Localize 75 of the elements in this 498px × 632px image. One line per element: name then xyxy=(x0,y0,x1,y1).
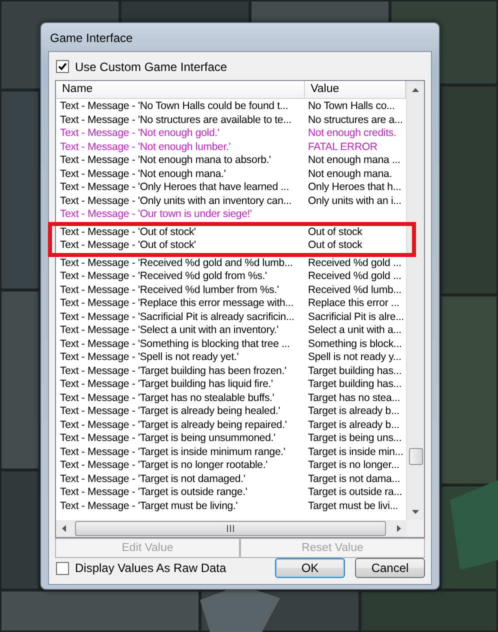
table-cell-text: Text - Message - 'Something is blocking that tree ... xyxy=(59,338,291,351)
table-cell-text: Target is inside min... xyxy=(307,446,404,459)
ok-button[interactable]: OK xyxy=(275,558,345,578)
table-cell-text: Out of stock xyxy=(307,226,364,239)
table-cell-text: Text - Message - 'Only units with an inventory can... xyxy=(59,194,293,208)
table-cell-text: Received %d lumb... xyxy=(307,284,402,297)
table-cell-text: Text - Message - 'Target is being unsummoned.' xyxy=(59,432,276,446)
table-cell-text: Text - Message - 'Only Heroes that have learned ... xyxy=(59,181,290,194)
table-cell-text: Text - Message - 'Not enough lumber.' xyxy=(59,140,232,154)
table-cell-text: Received %d gold ... xyxy=(307,256,402,270)
table-cell-text: No structures are a... xyxy=(307,114,404,127)
table-cell-text: Text - Message - 'Received %d gold from %s.' xyxy=(59,270,268,284)
table-cell-text: Something is block... xyxy=(307,338,403,351)
table-cell-text: Select a unit with a... xyxy=(307,324,402,338)
column-header[interactable]: Name xyxy=(56,81,305,98)
table-cell-text: Target has no stea... xyxy=(307,392,401,405)
table-cell-text: Target is no longer... xyxy=(307,459,400,472)
table-cell-text: Text - Message - 'Target is no longer rootable.' xyxy=(59,459,268,472)
scroll-thumb[interactable] xyxy=(408,448,422,465)
scroll-left-icon[interactable] xyxy=(62,525,66,532)
table-cell-text: Text - Message - 'No Town Halls could be found t... xyxy=(59,100,290,114)
table-cell-text: Replace this error ... xyxy=(307,297,400,310)
table-cell-text: Target is already b... xyxy=(307,405,400,418)
table-cell-text: Target building has... xyxy=(307,364,403,378)
scroll-thumb[interactable] xyxy=(74,521,386,536)
window-title: Game Interface xyxy=(49,30,134,47)
table-cell-text: Only Heroes that h... xyxy=(307,181,402,194)
table-cell-text: Not enough mana ... xyxy=(307,154,402,168)
table-cell-text: Text - Message - 'Target building has liquid fire.' xyxy=(59,378,274,392)
scroll-right-icon[interactable] xyxy=(396,525,401,532)
vertical-scrollbar[interactable] xyxy=(406,81,424,520)
table-cell-text: Text - Message - 'Our town is under siege!' xyxy=(59,208,253,222)
cancel-button[interactable]: Cancel xyxy=(355,558,425,578)
table-cell-text: Text - Message - 'Target is already being healed.' xyxy=(59,405,282,418)
table-cell-text: Text - Message - 'Not enough gold.' xyxy=(59,127,220,140)
scroll-down-icon[interactable] xyxy=(412,510,419,514)
table-cell-text: Sacrificial Pit is alre... xyxy=(307,310,405,324)
table-cell-text: Target must be livi... xyxy=(307,500,400,513)
grip-icon xyxy=(227,525,234,532)
table-cell-text: Text - Message - 'Out of stock' xyxy=(59,239,197,252)
table-cell-text: Text - Message - 'Received %d gold and %d lumb... xyxy=(59,256,294,270)
table-cell-text: Text - Message - 'Target is inside minimum range.' xyxy=(59,446,286,459)
table-cell-text: Text - Message - 'Target is not damaged.' xyxy=(59,472,246,486)
checkbox[interactable] xyxy=(56,60,69,73)
table-cell-text: Text - Message - 'Sacrificial Pit is already sacrificin... xyxy=(59,310,296,324)
table-cell-text: Target is not dama... xyxy=(307,472,401,486)
table-cell-text: Text - Message - 'Target has no stealable buffs.' xyxy=(59,392,276,405)
table-cell-text: Text - Message - 'Received %d lumber from %s.' xyxy=(59,284,280,297)
table-cell-text: Not enough credits. xyxy=(307,127,398,140)
table-cell-text: Text - Message - 'Spell is not ready yet.' xyxy=(59,351,240,364)
horizontal-scrollbar[interactable] xyxy=(56,520,424,537)
table-cell-text: Out of stock xyxy=(307,239,364,252)
table-cell-text: Text - Message - 'Target is outside range.' xyxy=(59,486,248,500)
table-cell-text: Text - Message - 'Target must be living.' xyxy=(59,500,239,513)
table-cell-text: Text - Message - 'Select a unit with an inventory.' xyxy=(59,324,280,338)
table-cell-text: Only units with an i... xyxy=(307,194,402,208)
table-cell-text: Target is already b... xyxy=(307,418,400,432)
checkbox-label: Display Values As Raw Data xyxy=(75,561,226,575)
table-cell-text: Text - Message - 'Replace this error message with... xyxy=(59,297,294,310)
table-cell-text: Text - Message - 'Target is already being repaired.' xyxy=(59,418,288,432)
table-cell-text: Target building has... xyxy=(307,378,403,392)
checkbox[interactable] xyxy=(56,562,69,574)
checkbox-label: Use Custom Game Interface xyxy=(75,60,228,74)
table-cell-text: Text - Message - 'Out of stock' xyxy=(59,226,197,239)
table-cell-text: No Town Halls co... xyxy=(307,100,396,114)
table-cell-text: Target is being uns... xyxy=(307,432,403,446)
table-cell-text: Spell is not ready y... xyxy=(307,351,402,364)
table-cell-text: Text - Message - 'Not enough mana.' xyxy=(59,168,227,181)
table-cell-text: Not enough mana. xyxy=(307,168,393,181)
table-cell-text: Text - Message - 'Not enough mana to absorb.' xyxy=(59,154,272,168)
table-cell-text: Target is outside ra... xyxy=(307,486,404,500)
table-cell-text: Text - Message - 'No structures are available to te... xyxy=(59,114,292,127)
table-cell-text: Text - Message - 'Target building has been frozen.' xyxy=(59,364,288,378)
table-cell-text: Received %d gold ... xyxy=(307,270,402,284)
table-cell-text: FATAL ERROR xyxy=(307,140,378,154)
